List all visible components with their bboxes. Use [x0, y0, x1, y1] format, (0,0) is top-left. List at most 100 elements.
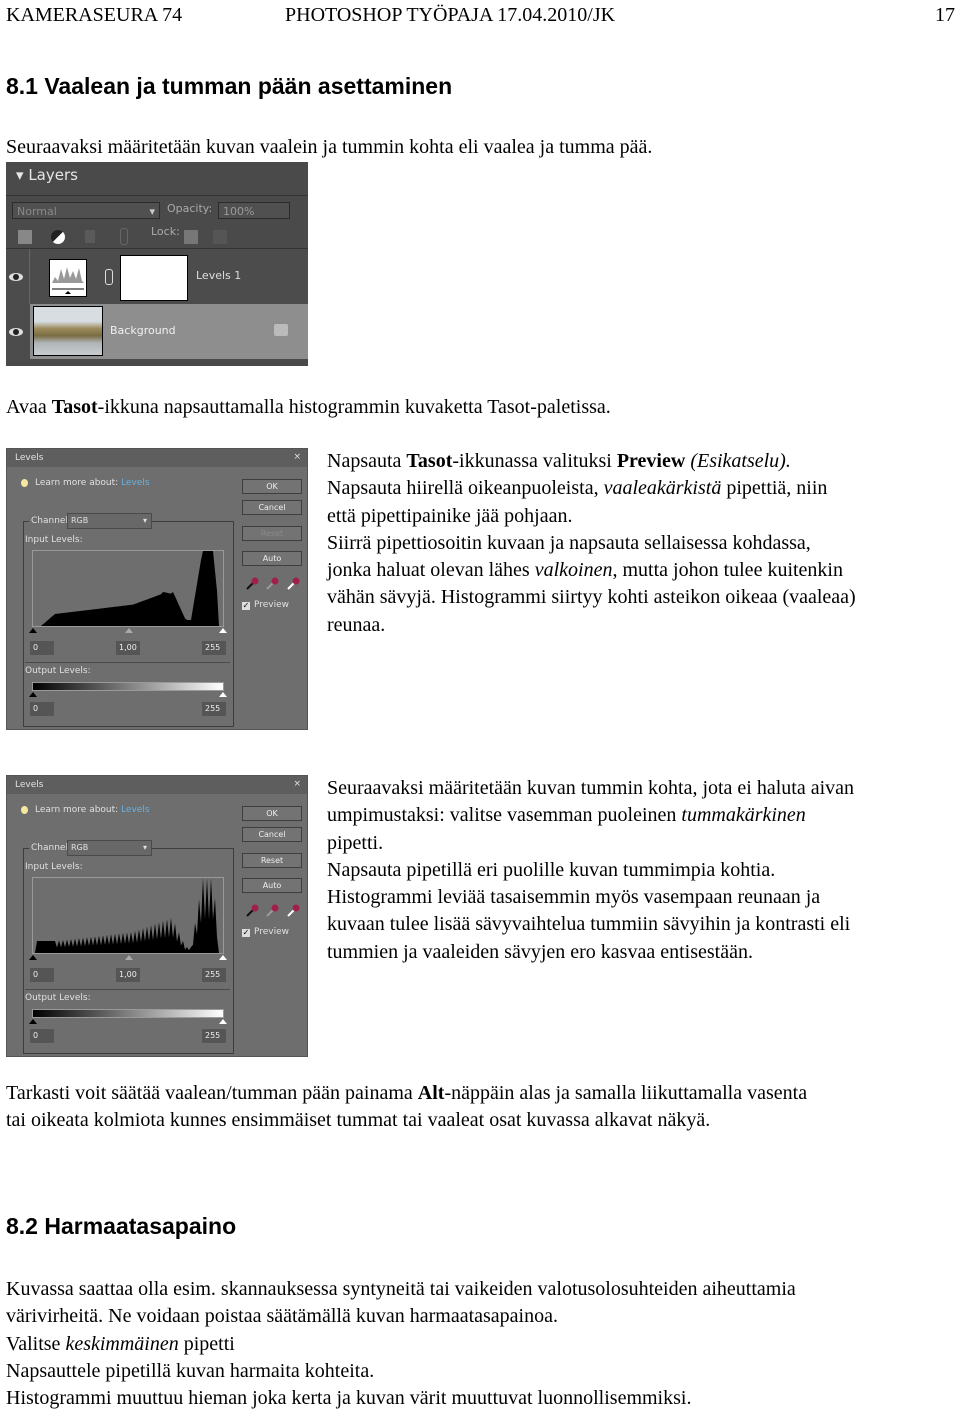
- input-gamma-field[interactable]: 1,00: [116, 641, 140, 655]
- text-run: Seuraavaksi määritetään kuvan vaalein ja…: [6, 136, 653, 158]
- text-run: -ikkuna napsauttamalla histogrammin kuva…: [97, 396, 611, 418]
- chevron-down-icon: ▾: [149, 205, 155, 218]
- layer-name: Levels 1: [196, 269, 242, 282]
- text-line: Napsauta pipetillä eri puolille kuvan tu…: [327, 857, 854, 884]
- output-white-field[interactable]: 255: [202, 1029, 226, 1043]
- gray-eyedropper-icon[interactable]: [265, 577, 279, 591]
- text-line: Seuraavaksi määritetään kuvan vaalein ja…: [6, 134, 652, 161]
- auto-button[interactable]: Auto: [242, 551, 302, 566]
- input-white-slider[interactable]: [219, 955, 227, 960]
- input-black-slider[interactable]: [29, 955, 37, 960]
- white-eyedropper-icon[interactable]: [286, 904, 300, 918]
- white-eyedropper-icon[interactable]: [286, 577, 300, 591]
- input-white-field[interactable]: 255: [202, 968, 226, 982]
- cancel-button[interactable]: Cancel: [242, 827, 302, 842]
- text-run: jonka haluat olevan lähes: [327, 559, 535, 582]
- divider: [25, 989, 230, 990]
- black-eyedropper-icon[interactable]: [245, 904, 259, 918]
- reset-button[interactable]: Reset: [242, 853, 302, 868]
- close-icon[interactable]: ×: [293, 779, 301, 789]
- text-line: umpimustaksi: valitse vasemman puoleinen…: [327, 802, 854, 829]
- levels-dialog-1: Levels × Learn more about: Levels OK Canc…: [6, 448, 308, 730]
- close-icon[interactable]: ×: [293, 452, 301, 462]
- output-levels-label: Output Levels:: [25, 666, 91, 676]
- input-gamma-field[interactable]: 1,00: [116, 968, 140, 982]
- learn-more-label: Learn more about:: [35, 805, 119, 815]
- new-layer-icon[interactable]: [18, 230, 32, 244]
- gray-balance-paragraph: Kuvassa saattaa olla esim. skannauksessa…: [6, 1276, 796, 1412]
- header-left: KAMERASEURA 74: [6, 4, 183, 26]
- chevron-down-icon: ▾: [142, 516, 147, 525]
- learn-more-link[interactable]: Levels: [121, 805, 149, 815]
- step2-paragraph: Seuraavaksi määritetään kuvan tummin koh…: [327, 775, 854, 966]
- input-white-field[interactable]: 255: [202, 641, 226, 655]
- input-gamma-slider[interactable]: [125, 628, 133, 633]
- reset-button[interactable]: Reset: [242, 526, 302, 541]
- trash-icon[interactable]: [85, 230, 95, 243]
- input-black-field[interactable]: 0: [30, 968, 54, 982]
- text-run: (Esikatselu).: [685, 450, 791, 472]
- output-white-slider[interactable]: [219, 692, 227, 697]
- learn-more-label: Learn more about:: [35, 478, 119, 488]
- text-run: tai oikeata kolmiota kunnes ensimmäiset …: [6, 1109, 711, 1132]
- text-line: Histogrammi muuttuu hieman joka kerta ja…: [6, 1385, 796, 1412]
- output-white-field[interactable]: 255: [202, 702, 226, 716]
- preview-checkbox[interactable]: ✓: [242, 929, 250, 937]
- input-black-slider[interactable]: [29, 628, 37, 633]
- histogram: [32, 877, 224, 954]
- dialog-title: Levels: [15, 780, 44, 790]
- ok-button[interactable]: OK: [242, 806, 302, 821]
- blend-mode-select[interactable]: Normal ▾: [12, 202, 160, 219]
- text-run: pipettiä, niin: [721, 477, 828, 500]
- text-run: Valitse: [6, 1332, 66, 1355]
- output-black-slider[interactable]: [29, 692, 37, 697]
- output-white-slider[interactable]: [219, 1019, 227, 1024]
- text-run: että pipettipainike jää pohjaan.: [327, 504, 573, 527]
- lock-icon[interactable]: [213, 230, 227, 244]
- text-run: tummakärkinen: [681, 804, 806, 827]
- output-black-slider[interactable]: [29, 1019, 37, 1024]
- text-line: kuvaan tulee lisää sävyvaihtelua tummiin…: [327, 911, 854, 938]
- input-white-slider[interactable]: [219, 628, 227, 633]
- eye-icon[interactable]: [9, 273, 23, 281]
- dialog-titlebar: Levels ×: [7, 776, 307, 794]
- opacity-label: Opacity:: [167, 202, 213, 215]
- eye-icon[interactable]: [9, 328, 23, 336]
- text-run: Tasot: [406, 450, 453, 472]
- opacity-field[interactable]: 100%: [218, 202, 290, 219]
- channel-select[interactable]: RGB ▾: [67, 513, 152, 529]
- input-levels-label: Input Levels:: [25, 535, 83, 545]
- adjustment-layer-icon[interactable]: [51, 230, 65, 244]
- layer-row-background[interactable]: Background: [6, 304, 308, 359]
- auto-button[interactable]: Auto: [242, 878, 302, 893]
- preview-checkbox[interactable]: ✓: [242, 602, 250, 610]
- output-black-field[interactable]: 0: [30, 702, 54, 716]
- text-run: Napsauttele pipetillä kuvan harmaita koh…: [6, 1359, 375, 1382]
- black-eyedropper-icon[interactable]: [245, 577, 259, 591]
- cancel-button[interactable]: Cancel: [242, 500, 302, 515]
- text-run: Siirrä pipettiosoitin kuvaan ja napsauta…: [327, 531, 811, 554]
- link-icon[interactable]: [120, 228, 128, 245]
- output-black-field[interactable]: 0: [30, 1029, 54, 1043]
- chevron-down-icon: ▾: [142, 843, 147, 852]
- text-line: reunaa.: [327, 612, 856, 639]
- channel-select[interactable]: RGB ▾: [67, 840, 152, 856]
- page-number: 17: [935, 4, 955, 26]
- text-run: Seuraavaksi määritetään kuvan tummin koh…: [327, 777, 855, 799]
- text-run: -ikkunassa valituksi: [452, 450, 617, 472]
- layers-instruction: Avaa Tasot-ikkuna napsauttamalla histogr…: [6, 394, 611, 421]
- text-run: Tasot: [51, 396, 98, 418]
- text-run: Napsauta hiirellä oikeanpuoleista,: [327, 477, 604, 500]
- levels-thumbnail-icon: [49, 259, 87, 297]
- ok-button[interactable]: OK: [242, 479, 302, 494]
- learn-more-link[interactable]: Levels: [121, 478, 149, 488]
- layer-row-levels[interactable]: Levels 1: [6, 249, 308, 304]
- input-gamma-slider[interactable]: [125, 955, 133, 960]
- input-black-field[interactable]: 0: [30, 641, 54, 655]
- background-thumbnail: [33, 306, 103, 356]
- text-line: pipetti.: [327, 830, 854, 857]
- gray-eyedropper-icon[interactable]: [265, 904, 279, 918]
- lock-transparency-icon[interactable]: [184, 230, 198, 244]
- section-heading: 8.2 Harmaatasapaino: [6, 1213, 237, 1239]
- text-run: Kuvassa saattaa olla esim. skannauksessa…: [6, 1278, 796, 1300]
